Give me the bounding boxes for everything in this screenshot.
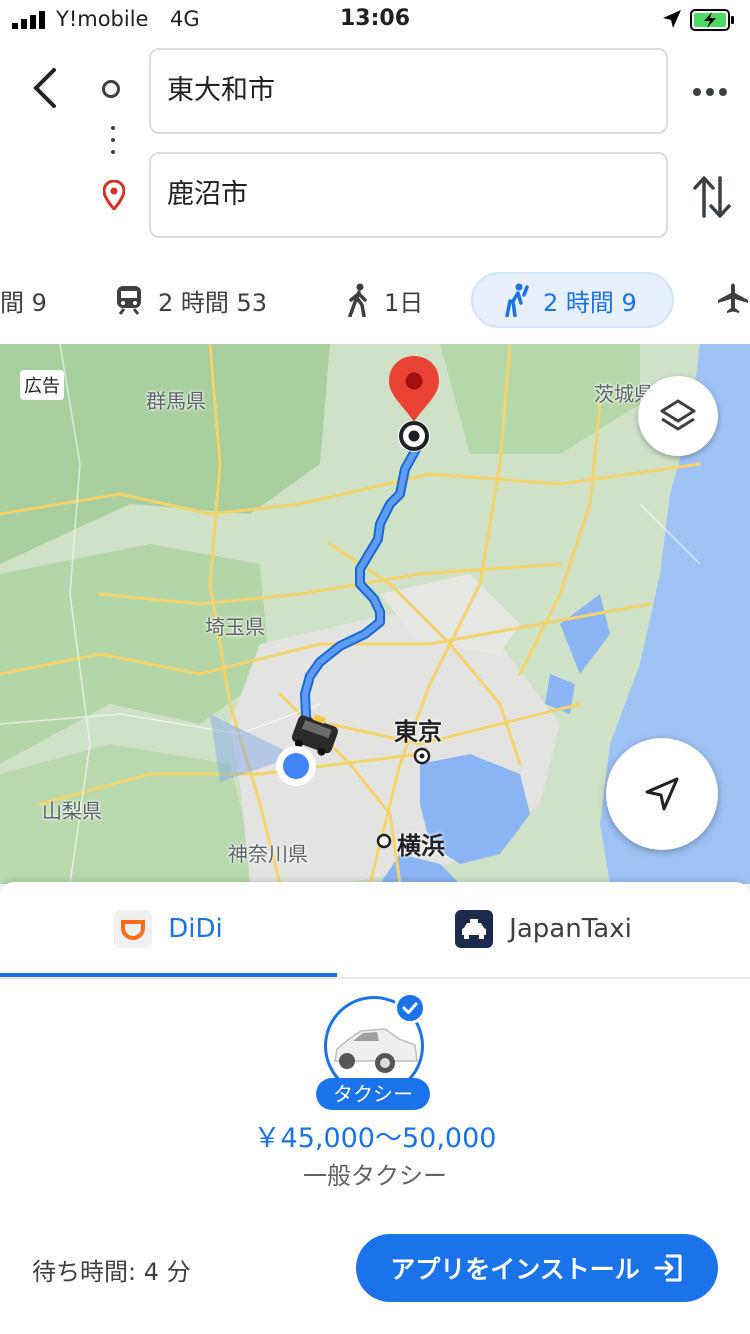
- location-arrow-icon: [663, 10, 681, 28]
- train-icon: [117, 286, 141, 315]
- clock: 13:06: [339, 6, 411, 31]
- more-horizontal-icon: [693, 88, 727, 96]
- tab-drive[interactable]: 間 9: [0, 272, 47, 328]
- install-app-label: アプリをインストール: [390, 1255, 640, 1284]
- more-options-button[interactable]: [690, 78, 732, 106]
- back-button[interactable]: [26, 66, 64, 110]
- tab-drive-label: 間 9: [0, 288, 47, 317]
- ad-badge: 広告: [20, 370, 64, 400]
- map-label-yokohama: 横浜: [397, 832, 445, 860]
- destination-pin-icon: [103, 180, 125, 210]
- my-location-button[interactable]: [606, 738, 718, 850]
- status-bar: Y!mobile 4G 13:06: [0, 0, 750, 40]
- tab-transit[interactable]: 2 時間 53: [114, 272, 267, 328]
- swap-vertical-icon: [693, 176, 731, 218]
- taxi-option-label: タクシー: [316, 1078, 430, 1110]
- service-type: 一般タクシー: [303, 1162, 447, 1190]
- map-label-yamanashi: 山梨県: [42, 799, 102, 823]
- map-label-tokyo: 東京: [394, 718, 442, 746]
- taxi-option[interactable]: タクシー: [316, 992, 434, 1110]
- swap-route-button[interactable]: [692, 174, 732, 220]
- origin-marker-icon: [102, 80, 120, 98]
- walk-icon: [348, 283, 367, 317]
- tab-ride-hailing[interactable]: 2 時間 9: [471, 272, 674, 328]
- tab-didi[interactable]: DiDi: [0, 882, 337, 976]
- map-label-kanagawa: 神奈川県: [228, 842, 308, 866]
- navigation-arrow-icon: [645, 777, 679, 811]
- selected-check-icon: [394, 992, 426, 1024]
- flight-icon: [718, 283, 748, 313]
- tab-walk[interactable]: 1日: [346, 272, 423, 328]
- tab-japantaxi-label: JapanTaxi: [509, 914, 632, 944]
- route-connector-dots: [111, 126, 115, 162]
- install-app-button[interactable]: アプリをインストール: [356, 1234, 718, 1302]
- tab-divider: [0, 977, 750, 979]
- travel-mode-tabs: 間 9 2 時間 53 1日 2 時間 9: [0, 268, 750, 332]
- destination-input[interactable]: 鹿沼市: [149, 152, 668, 238]
- tab-walk-label: 1日: [384, 288, 424, 317]
- open-external-icon: [654, 1254, 682, 1282]
- tab-ride-hailing-label: 2 時間 9: [543, 288, 637, 317]
- chevron-left-icon: [33, 68, 56, 108]
- layers-button[interactable]: [638, 376, 718, 456]
- ride-options-sheet: DiDi JapanTaxi タクシー ￥45,000〜50,000 一般タクシ…: [0, 882, 750, 1334]
- japantaxi-logo-icon: [455, 910, 494, 948]
- layers-icon: [660, 399, 696, 431]
- didi-logo-icon: [114, 910, 153, 948]
- fare-estimate: ￥45,000〜50,000: [253, 1123, 497, 1154]
- origin-input[interactable]: 東大和市: [149, 48, 668, 134]
- tab-transit-label: 2 時間 53: [158, 288, 268, 317]
- tab-flight[interactable]: [716, 272, 750, 328]
- battery-charging-icon: [690, 9, 734, 31]
- route-map[interactable]: 広告 群馬県 茨城県 埼玉県 東京 山梨県 神奈川県 横浜: [0, 344, 750, 884]
- map-label-saitama: 埼玉県: [205, 615, 265, 639]
- tab-japantaxi[interactable]: JapanTaxi: [337, 882, 750, 976]
- ride-hailing-icon: [505, 283, 529, 317]
- map-label-gunma: 群馬県: [146, 389, 206, 413]
- wait-time: 待ち時間: 4 分: [32, 1258, 191, 1286]
- tab-didi-label: DiDi: [168, 914, 223, 944]
